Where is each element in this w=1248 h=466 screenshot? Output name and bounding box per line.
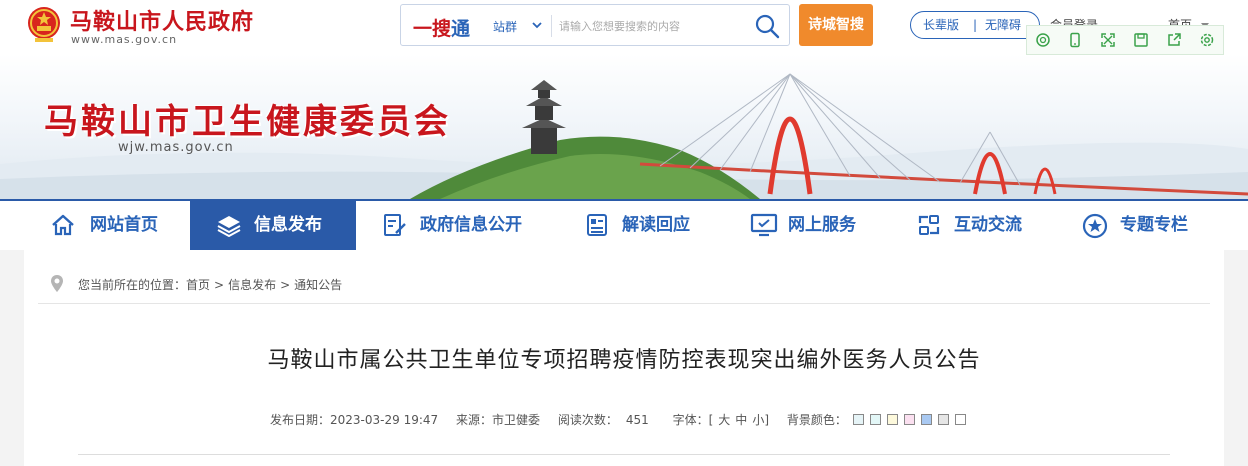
share-icon[interactable] <box>1166 32 1182 48</box>
site-name[interactable]: 马鞍山市人民政府 <box>70 4 254 36</box>
font-size-small[interactable]: 小 <box>752 413 764 427</box>
font-label: 字体：[ <box>672 413 714 427</box>
elder-mode-link[interactable]: 长辈版 <box>923 12 959 38</box>
breadcrumb-info-release[interactable]: 信息发布 <box>228 278 276 292</box>
source-label: 来源： <box>455 413 492 427</box>
home-icon <box>52 214 74 236</box>
publish-date: 2023-03-29 19:47 <box>330 413 439 427</box>
breadcrumb-notices[interactable]: 通知公告 <box>294 278 342 292</box>
exchange-icon <box>918 215 940 235</box>
article-title: 马鞍山市属公共卫生单位专项招聘疫情防控表现突出编外医务人员公告 <box>267 348 981 373</box>
document-list-icon <box>587 214 607 236</box>
search-box: 一搜通 站群 <box>400 4 790 46</box>
chevron-down-icon[interactable] <box>531 17 543 35</box>
site-domain: www.mas.gov.cn <box>71 33 178 46</box>
smart-search-button[interactable]: 诗城智搜 <box>799 4 873 46</box>
search-scope-select[interactable]: 站群 <box>493 18 517 35</box>
national-emblem-icon <box>28 7 60 42</box>
article-container: 您当前所在的位置：首页 > 信息发布 > 通知公告 马鞍山市属公共卫生单位专项招聘疫情防… <box>24 250 1224 466</box>
main-nav: 网站首页 信息发布 政府信息公开 解读回应 网上服务 互动交流 专题专栏 <box>0 199 1248 250</box>
mobile-icon[interactable] <box>1067 32 1083 48</box>
nav-item-online-service[interactable]: 网上服务 <box>716 201 882 250</box>
font-size-large[interactable]: 大 <box>718 413 730 427</box>
nav-item-home[interactable]: 网站首页 <box>32 201 190 250</box>
bg-color-swatch[interactable] <box>920 414 932 425</box>
breadcrumb-separator: > <box>280 278 291 292</box>
save-icon[interactable] <box>1133 32 1149 48</box>
views-count: 451 <box>625 413 649 427</box>
bg-color-swatch[interactable] <box>903 414 915 425</box>
nav-item-interaction[interactable]: 互动交流 <box>882 201 1048 250</box>
layers-icon <box>217 216 241 237</box>
nav-item-info-release[interactable]: 信息发布 <box>190 201 356 250</box>
font-size-medium[interactable]: 中 <box>735 413 747 427</box>
breadcrumb-prefix: 您当前所在的位置： <box>78 278 187 292</box>
settings-icon[interactable] <box>1199 32 1215 48</box>
bg-color-swatch[interactable] <box>852 414 864 425</box>
location-pin-icon <box>51 275 63 292</box>
accessibility-toolbar <box>1026 25 1224 55</box>
bg-color-swatch[interactable] <box>886 414 898 425</box>
fullscreen-icon[interactable] <box>1100 32 1116 48</box>
mode-separator: | <box>973 18 978 32</box>
bg-color-swatch[interactable] <box>937 414 949 425</box>
breadcrumb-text: 您当前所在的位置：首页 > 信息发布 > 通知公告 <box>78 276 342 293</box>
search-icon[interactable] <box>753 12 781 40</box>
divider <box>78 454 1170 455</box>
banner-title: 马鞍山市卫生健康委员会 <box>44 102 451 142</box>
banner-domain: wjw.mas.gov.cn <box>118 140 234 155</box>
nav-item-gov-info-disclosure[interactable]: 政府信息公开 <box>356 201 552 250</box>
banner: 马鞍山市卫生健康委员会 wjw.mas.gov.cn <box>0 54 1248 199</box>
bg-color-swatch[interactable] <box>869 414 881 425</box>
document-edit-icon <box>384 214 406 236</box>
search-icon[interactable] <box>1035 32 1051 48</box>
search-divider <box>551 15 552 37</box>
search-input[interactable] <box>559 13 739 39</box>
bg-color-swatch[interactable] <box>954 414 966 425</box>
star-icon <box>1082 213 1108 239</box>
bg-color-label: 背景颜色： <box>786 413 847 427</box>
nav-item-interpretation[interactable]: 解读回应 <box>552 201 716 250</box>
breadcrumb-home[interactable]: 首页 <box>186 278 210 292</box>
date-label: 发布日期： <box>270 413 331 427</box>
source-value: 市卫健委 <box>492 413 541 427</box>
views-label: 阅读次数： <box>557 413 618 427</box>
bg-color-swatches <box>847 413 966 427</box>
monitor-icon <box>750 213 778 237</box>
font-close: ] <box>764 413 770 427</box>
accessibility-link[interactable]: 无障碍 <box>985 12 1021 38</box>
breadcrumb-separator: > <box>214 278 225 292</box>
article-meta: 发布日期：2023-03-29 19:47 来源：市卫健委 阅读次数： 451 字… <box>270 411 966 428</box>
nav-item-special-topics[interactable]: 专题专栏 <box>1048 201 1218 250</box>
breadcrumb: 您当前所在的位置：首页 > 信息发布 > 通知公告 <box>38 270 1210 304</box>
search-logo: 一搜通 <box>413 18 471 40</box>
mode-switch: 长辈版 | 无障碍 <box>910 11 1040 39</box>
